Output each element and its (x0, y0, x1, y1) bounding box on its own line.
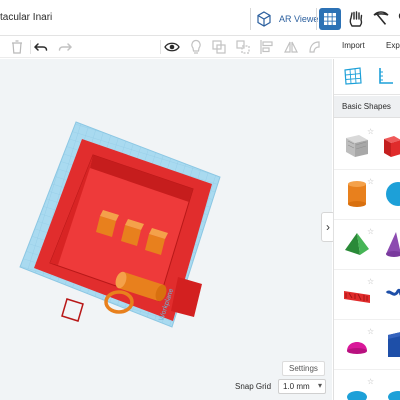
import-export-bar: Import Expo (332, 36, 400, 58)
divider (334, 269, 400, 270)
divider (334, 169, 400, 170)
align-icon[interactable] (258, 38, 276, 56)
divider (334, 219, 400, 220)
divider (250, 8, 251, 30)
sphere-icon (386, 182, 400, 206)
lightbulb-icon[interactable] (187, 38, 205, 56)
shape-cone[interactable] (384, 229, 400, 259)
divider (316, 8, 317, 30)
snap-grid-value: 1.0 mm (283, 382, 310, 391)
square-outline[interactable] (61, 298, 84, 322)
workplane-grid-icon[interactable] (342, 65, 364, 87)
ruler-icon[interactable] (374, 65, 396, 87)
cruise-icon[interactable] (306, 38, 324, 56)
partial-shape-icon (388, 391, 400, 400)
redo-icon[interactable] (56, 38, 74, 56)
trash-icon[interactable] (8, 38, 26, 56)
star-icon[interactable]: ☆ (367, 227, 374, 236)
divider (334, 369, 400, 370)
group-icon[interactable] (210, 38, 228, 56)
shape-scribble[interactable] (384, 279, 400, 309)
snap-grid-select[interactable]: 1.0 mm ▾ (278, 379, 326, 394)
eye-icon[interactable] (163, 38, 181, 56)
ar-viewer-label: AR Viewer (279, 14, 322, 24)
workplane-canvas[interactable]: Workplane (0, 59, 332, 400)
pickaxe-icon[interactable] (371, 9, 391, 29)
divider (160, 40, 161, 54)
import-button[interactable]: Import (342, 41, 365, 50)
hand-icon[interactable] (346, 9, 366, 29)
star-icon[interactable]: ☆ (367, 177, 374, 186)
scene-3d[interactable]: Workplane (0, 59, 332, 400)
star-icon[interactable]: ☆ (367, 327, 374, 336)
undo-icon[interactable] (32, 38, 50, 56)
ar-viewer-button[interactable]: AR Viewer (254, 8, 321, 30)
export-button[interactable]: Expo (386, 41, 400, 50)
shapes-panel: Basic Shapes ☆ ☆ ☆ ☆ ☆ ☆ (333, 59, 400, 400)
wedge-icon (388, 332, 400, 357)
grid-view-icon (324, 13, 336, 25)
panel-tabs (334, 59, 400, 95)
divider (334, 319, 400, 320)
box-icon (384, 136, 400, 157)
star-icon[interactable]: ☆ (367, 277, 374, 286)
shape-wedge[interactable] (384, 329, 400, 359)
shape-sphere[interactable] (384, 179, 400, 209)
project-title[interactable]: tacular Inari (0, 12, 52, 23)
star-icon[interactable]: ☆ (367, 127, 374, 136)
divider (30, 40, 31, 54)
star-icon[interactable]: ☆ (367, 377, 374, 386)
chevron-right-icon: › (326, 220, 330, 234)
scribble-icon (385, 288, 400, 296)
user-icon[interactable] (393, 9, 400, 29)
cone-icon (386, 232, 400, 257)
snap-grid-label: Snap Grid (235, 382, 272, 391)
settings-button[interactable]: Settings (282, 361, 325, 376)
top-bar: tacular Inari AR Viewer (0, 0, 400, 36)
shape-box[interactable] (384, 129, 400, 159)
library-title: Basic Shapes (342, 102, 391, 111)
chevron-down-icon: ▾ (317, 381, 322, 390)
shape-library-dropdown[interactable]: Basic Shapes (334, 96, 400, 118)
shape-partial[interactable] (384, 379, 400, 400)
mirror-icon[interactable] (282, 38, 300, 56)
cube-ar-icon (257, 11, 271, 27)
ungroup-icon[interactable] (234, 38, 252, 56)
grid-view-button[interactable] (319, 8, 341, 30)
edit-toolbar (0, 36, 332, 58)
